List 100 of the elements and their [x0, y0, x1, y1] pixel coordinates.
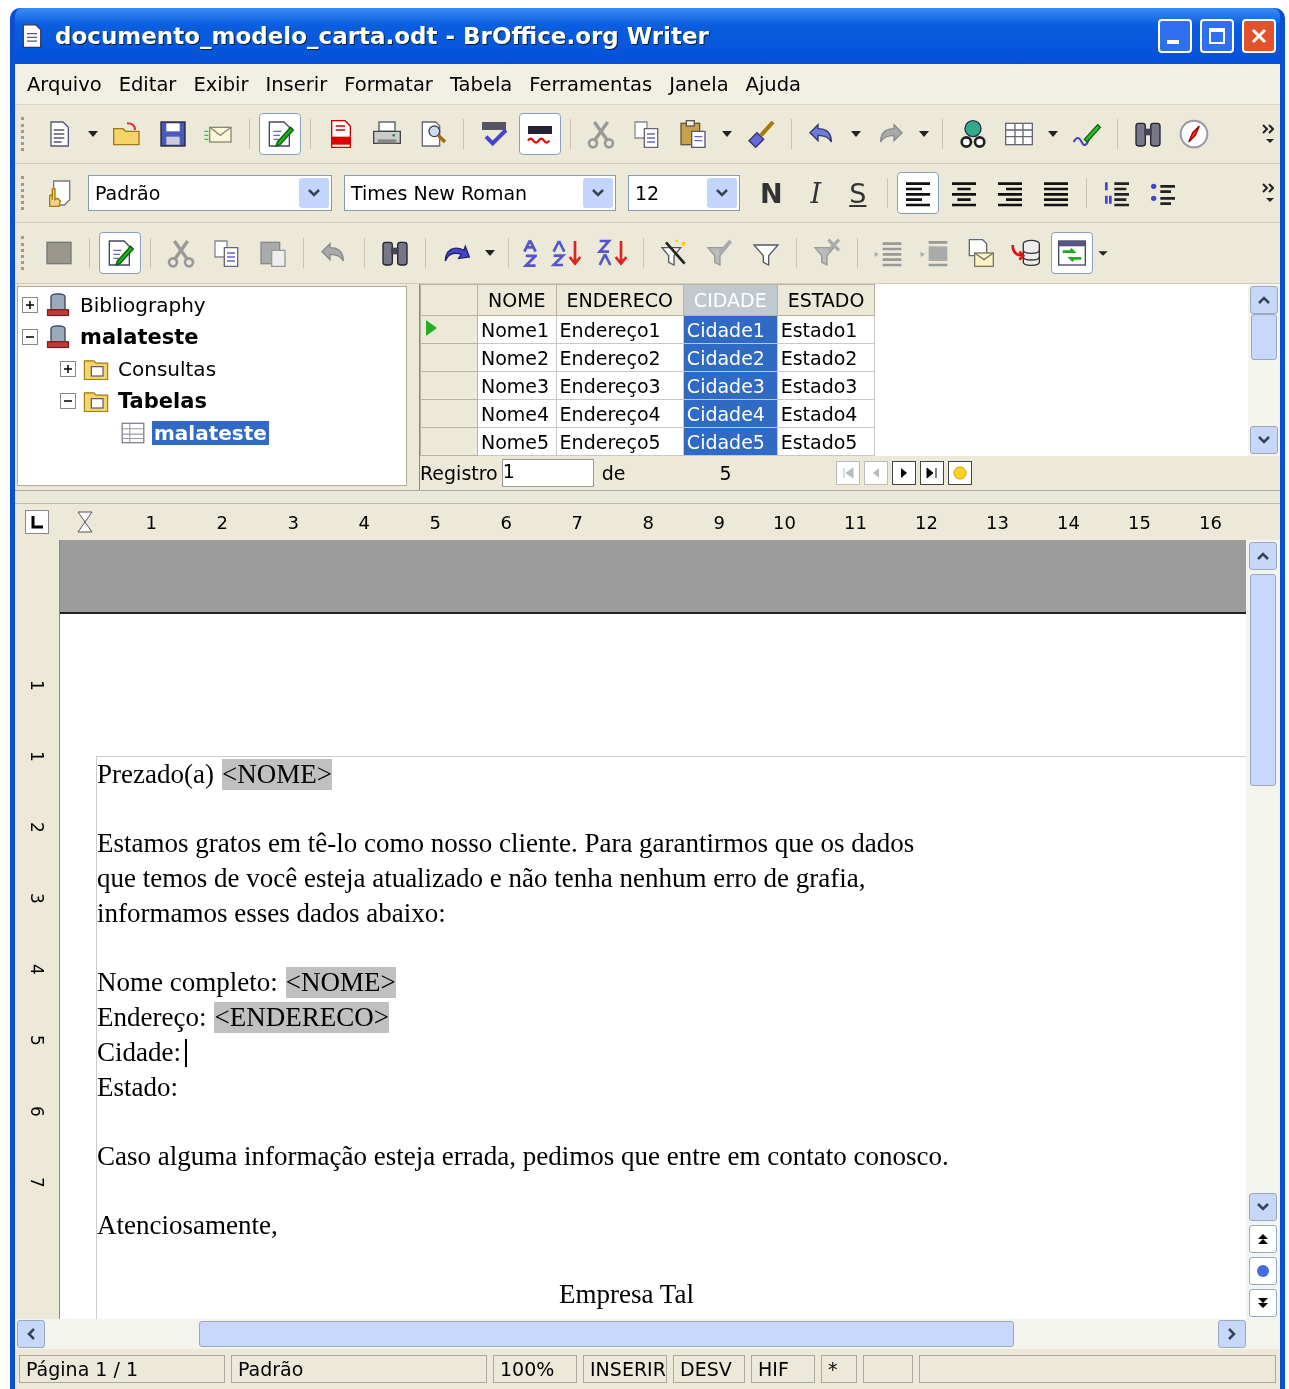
scroll-up-button[interactable] [1249, 542, 1277, 570]
document-page[interactable] [59, 540, 1246, 1319]
scrollbar-thumb[interactable] [1251, 314, 1277, 360]
next-record-button[interactable] [891, 461, 916, 485]
table-cell: Cidade3 [683, 371, 778, 400]
dropdown-caret-icon[interactable] [919, 131, 929, 137]
tab-stop-icon [30, 515, 44, 529]
vertical-ruler[interactable]: 1 1 2 3 4 5 6 7 [15, 540, 59, 1319]
window-arrows-button[interactable] [1051, 232, 1093, 274]
shadow-button[interactable]: S [837, 177, 879, 209]
menu-item[interactable]: Ajuda [739, 70, 813, 98]
table-cell: Endereço3 [556, 371, 684, 400]
scroll-right-button[interactable] [1218, 1320, 1246, 1348]
collapse-icon[interactable] [60, 393, 76, 409]
menu-item[interactable]: Ferramentas [523, 70, 664, 98]
of-label: de [601, 462, 626, 484]
status-field [863, 1355, 913, 1383]
scrollbar-thumb[interactable] [1250, 574, 1276, 786]
double-up-icon [1256, 1232, 1270, 1246]
globe-link-icon [957, 118, 989, 150]
tree-item[interactable]: Bibliography [78, 293, 208, 317]
database-icon [44, 291, 72, 319]
table-cell: Cidade2 [683, 343, 778, 372]
document-text: Endereço: [97, 1002, 207, 1033]
column-header[interactable]: NOME [477, 284, 557, 316]
menu-item[interactable]: Arquivo [21, 70, 113, 98]
table-cell: Estado3 [777, 371, 875, 400]
merge-field[interactable]: <NOME> [285, 967, 396, 998]
indent-marker-icon[interactable] [77, 511, 93, 533]
document-text: Prezado(a) [97, 759, 214, 790]
font-dropdown[interactable]: Times New Roman [344, 175, 616, 211]
pencil-page-button[interactable] [99, 232, 141, 274]
overflow-chevron-icon [1262, 124, 1274, 144]
scroll-down-button[interactable] [1250, 426, 1278, 454]
horizontal-ruler[interactable]: 1 2 3 4 5 6 7 8 9 10 11 12 13 14 15 16 [57, 510, 1280, 534]
close-button[interactable] [1242, 19, 1276, 53]
collapse-icon[interactable] [22, 329, 38, 345]
filter-remove-icon [811, 237, 843, 269]
menu-item[interactable]: Inserir [259, 70, 339, 98]
menu-item[interactable]: Exibir [187, 70, 260, 98]
table-cell: Nome1 [477, 315, 557, 344]
status-field: DESV [673, 1355, 745, 1383]
document-text: Atenciosamente, [97, 1210, 278, 1241]
table-cell: Endereço4 [556, 399, 684, 428]
compass-icon [1178, 118, 1210, 150]
scroll-left-button[interactable] [17, 1320, 45, 1348]
new-record-button[interactable] [947, 461, 972, 485]
bold-button[interactable]: N [748, 177, 795, 209]
column-header[interactable]: ESTADO [777, 284, 875, 316]
document-text: que temos de você esteja atualizado e não tenha nenhum erro de grafia, [97, 863, 866, 894]
status-field: 100% [493, 1355, 577, 1383]
dropdown-caret-icon[interactable] [851, 131, 861, 137]
table-cell: Cidade1 [683, 315, 778, 344]
menu-item[interactable]: Tabela [443, 70, 524, 98]
dropdown-caret-icon[interactable] [722, 131, 732, 137]
record-field[interactable]: 1 [501, 459, 594, 487]
italic-button[interactable]: I [798, 177, 834, 209]
document-text: Nome completo: [97, 967, 278, 998]
current-row-icon [424, 318, 438, 337]
menu-item[interactable]: Editar [112, 70, 188, 98]
tree-item[interactable]: Tabelas [116, 389, 209, 413]
status-field: INSERIR [583, 1355, 667, 1383]
maximize-button[interactable] [1200, 19, 1234, 53]
scrollbar-thumb[interactable] [199, 1321, 1014, 1347]
dropdown-caret-icon[interactable] [1048, 131, 1058, 137]
first-icon [841, 467, 854, 479]
document-text: Estamos gratos em tê-lo como nosso cliente. Para garantirmos que os dados [97, 828, 915, 859]
overflow-chevron-icon [1262, 183, 1274, 203]
pencil-page-button[interactable] [259, 113, 301, 155]
navigator-button[interactable] [1249, 1257, 1277, 1285]
table-cell: Endereço2 [556, 343, 684, 372]
record-label: Registro [420, 462, 498, 484]
previous-page-button[interactable] [1249, 1225, 1277, 1253]
menu-item[interactable]: Formatar [338, 70, 444, 98]
scroll-up-button[interactable] [1250, 286, 1278, 314]
document-text: Caso alguma informação esteja errada, pedimos que entre em contato conosco. [97, 1141, 949, 1172]
scroll-down-button[interactable] [1249, 1193, 1277, 1221]
merge-field[interactable]: <ENDERECO> [214, 1002, 389, 1033]
dropdown-caret-icon[interactable] [485, 250, 495, 256]
font-size-dropdown[interactable]: 12 [628, 175, 740, 211]
last-record-button[interactable] [919, 461, 944, 485]
tree-item[interactable]: Consultas [116, 357, 219, 381]
column-header[interactable]: ENDERECO [556, 284, 684, 316]
wavy-underline-button[interactable] [519, 113, 561, 155]
minimize-button[interactable] [1158, 19, 1192, 53]
tab-stop-selector[interactable] [25, 510, 49, 534]
expand-icon[interactable] [22, 297, 38, 313]
dropdown-caret-icon[interactable] [88, 131, 98, 137]
sort-icon [523, 239, 537, 267]
minimize-icon [1167, 40, 1179, 44]
merge-field[interactable]: <NOME> [221, 759, 332, 790]
tree-item[interactable]: malateste [152, 421, 269, 445]
style-dropdown[interactable]: Padrão [88, 175, 332, 211]
document-text: Cidade: [97, 1037, 181, 1068]
align-left-button[interactable] [897, 172, 940, 214]
next-page-button[interactable] [1249, 1289, 1277, 1317]
tree-item[interactable]: malateste [78, 325, 201, 349]
scissors-icon [165, 237, 197, 269]
menu-item[interactable]: Janela [663, 70, 740, 98]
expand-icon[interactable] [60, 361, 76, 377]
